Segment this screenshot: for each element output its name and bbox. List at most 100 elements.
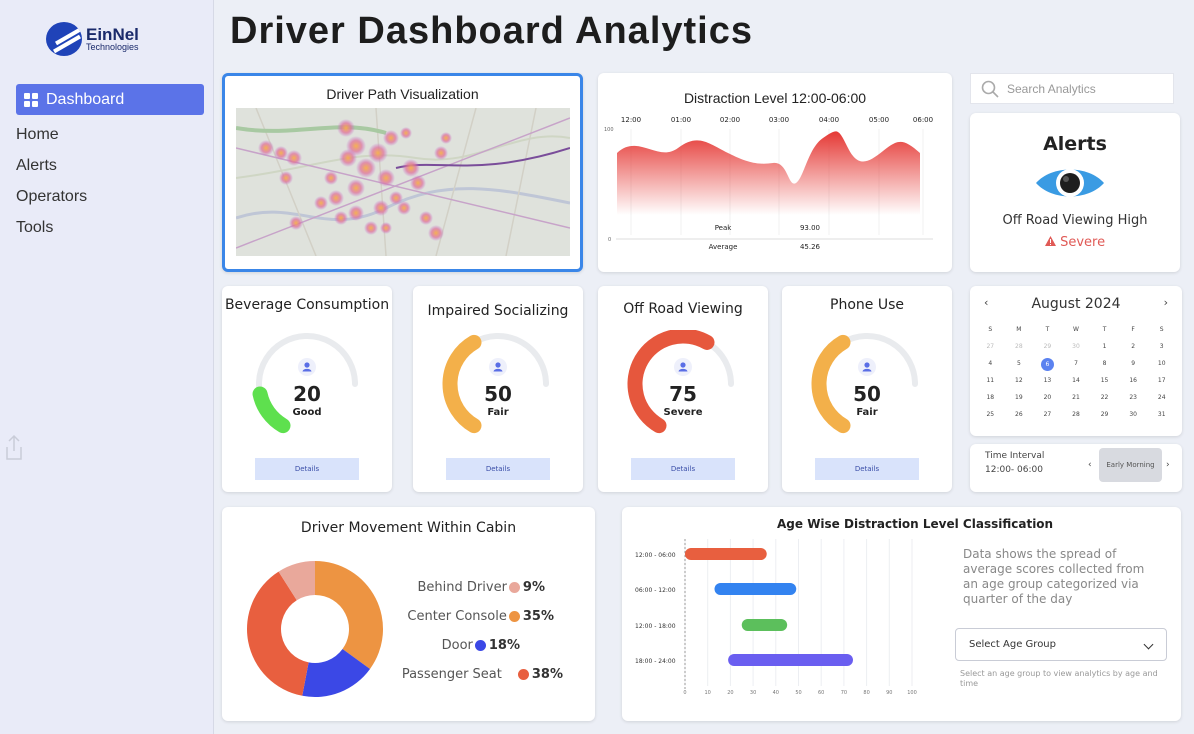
gauge-card-off-road-viewing: Off Road Viewing 75 Severe Details (598, 286, 768, 492)
sidebar-item-dashboard[interactable]: Dashboard (16, 84, 204, 115)
gauge-label: Impaired Socializing (427, 303, 569, 319)
calendar: ‹ August 2024 › S M T W T F S 27 28 29 30 1 2 3 4 5 6 7 8 9… (970, 286, 1182, 436)
age-group-select[interactable]: Select Age Group (955, 628, 1167, 661)
x-tick-label: 60 (818, 690, 824, 696)
calendar-month: August 2024 (1031, 296, 1121, 312)
time-interval-card: Time Interval 12:00- 06:00 ‹ Early Morni… (970, 444, 1182, 492)
alert-severity-label: Severe (1060, 235, 1106, 250)
details-button[interactable]: Details (446, 458, 550, 480)
calendar-day[interactable]: 5 (1005, 358, 1034, 370)
heat-map[interactable] (236, 108, 570, 256)
age-bar-chart: 0 10 20 30 40 50 60 70 80 90 100 12:00 - 06:00 06:00… (635, 539, 917, 696)
calendar-day[interactable]: 24 (1147, 392, 1176, 404)
calendar-next-button[interactable]: › (1164, 296, 1168, 309)
calendar-day[interactable]: 22 (1090, 392, 1119, 404)
calendar-day[interactable]: 25 (976, 409, 1005, 421)
calendar-day[interactable]: 31 (1147, 409, 1176, 421)
logo-name: EinNel (86, 25, 139, 44)
legend-label: Door (441, 637, 473, 653)
calendar-day[interactable]: 30 (1062, 341, 1091, 353)
calendar-day[interactable]: 30 (1119, 409, 1148, 421)
legend-label: Center Console (407, 608, 507, 624)
calendar-day[interactable]: 20 (1033, 392, 1062, 404)
bar-category-label: 18:00 - 24:00 (635, 658, 676, 665)
calendar-day[interactable]: 16 (1119, 375, 1148, 387)
gauge-value: 75 (669, 382, 697, 406)
calendar-day[interactable]: 19 (1005, 392, 1034, 404)
calendar-day[interactable]: 18 (976, 392, 1005, 404)
calendar-day[interactable]: 26 (1005, 409, 1034, 421)
calendar-day[interactable]: 10 (1147, 358, 1176, 370)
calendar-day[interactable]: 15 (1090, 375, 1119, 387)
gauge-status: Fair (856, 407, 878, 418)
calendar-day[interactable]: 9 (1119, 358, 1148, 370)
calendar-day[interactable]: 8 (1090, 358, 1119, 370)
gauge-label: Phone Use (830, 297, 904, 313)
legend-dot (508, 610, 520, 622)
share-icon[interactable] (4, 434, 24, 462)
calendar-day[interactable]: 28 (1005, 341, 1034, 353)
bar-category-label: 12:00 - 18:00 (635, 623, 676, 630)
calendar-day[interactable]: 17 (1147, 375, 1176, 387)
calendar-day[interactable]: 23 (1119, 392, 1148, 404)
calendar-day[interactable]: 29 (1033, 341, 1062, 353)
details-button[interactable]: Details (815, 458, 919, 480)
calendar-day[interactable]: 14 (1062, 375, 1091, 387)
calendar-day[interactable]: 1 (1090, 341, 1119, 353)
legend-percent: 38% (531, 666, 563, 682)
legend-row: Center Console 35% (407, 606, 554, 626)
details-button[interactable]: Details (631, 458, 735, 480)
sidebar-item-operators[interactable]: Operators (16, 188, 87, 206)
sidebar: EinNel Technologies Dashboard Home Alert… (0, 0, 214, 734)
details-button[interactable]: Details (255, 458, 359, 480)
calendar-day[interactable]: 11 (976, 375, 1005, 387)
alerts-title: Alerts (1043, 133, 1107, 155)
calendar-day[interactable]: 7 (1062, 358, 1091, 370)
calendar-day[interactable]: 12 (1005, 375, 1034, 387)
time-tick-label: 04:00 (819, 116, 839, 124)
range-bar (728, 654, 853, 666)
calendar-day[interactable]: 2 (1119, 341, 1148, 353)
legend-row: Passenger Seat 38% (402, 664, 563, 684)
weekday-label: S (988, 326, 993, 333)
x-tick-label: 0 (683, 690, 686, 696)
gauge-label: Off Road Viewing (623, 301, 743, 317)
time-interval-next-button[interactable]: › (1166, 460, 1170, 470)
sidebar-item-home[interactable]: Home (16, 126, 59, 144)
age-description: Data shows the spread of average scores … (963, 547, 1145, 606)
warning-icon (1044, 236, 1056, 246)
search-input[interactable]: Search Analytics (970, 73, 1174, 104)
donut-chart (247, 561, 383, 697)
gauge-label: Beverage Consumption (224, 297, 390, 313)
weekday-label: T (1102, 326, 1107, 333)
calendar-day[interactable]: 21 (1062, 392, 1091, 404)
calendar-day[interactable]: 27 (976, 341, 1005, 353)
legend-percent: 18% (488, 637, 520, 653)
legend-percent: 35% (522, 608, 554, 624)
legend-percent: 9% (522, 579, 545, 595)
sidebar-item-tools[interactable]: Tools (16, 219, 53, 237)
calendar-day[interactable]: 6 (1033, 358, 1062, 371)
calendar-day[interactable]: 4 (976, 358, 1005, 370)
weekday-label: M (1016, 326, 1022, 333)
time-interval-prev-button[interactable]: ‹ (1088, 460, 1092, 470)
driver-path-card: Driver Path Visualization (222, 73, 583, 272)
sidebar-item-alerts[interactable]: Alerts (16, 157, 57, 175)
weekday-label: W (1073, 326, 1079, 333)
calendar-day[interactable]: 27 (1033, 409, 1062, 421)
calendar-day[interactable]: 29 (1090, 409, 1119, 421)
bar-category-label: 12:00 - 06:00 (635, 552, 676, 559)
calendar-day[interactable]: 28 (1062, 409, 1091, 421)
calendar-day[interactable]: 3 (1147, 341, 1176, 353)
company-logo[interactable]: EinNel Technologies (46, 22, 139, 56)
x-tick-label: 30 (750, 690, 756, 696)
alerts-card: Alerts Off Road Viewing High Severe (970, 113, 1180, 272)
page-title: Driver Dashboard Analytics (230, 10, 753, 52)
gauge-value: 50 (853, 382, 881, 406)
stat-label: Peak (715, 224, 733, 232)
x-tick-label: 10 (705, 690, 711, 696)
time-tick-label: 06:00 (913, 116, 933, 124)
time-option-button[interactable]: Early Morning (1099, 448, 1162, 482)
calendar-day[interactable]: 13 (1033, 375, 1062, 387)
legend-dot (508, 581, 520, 593)
